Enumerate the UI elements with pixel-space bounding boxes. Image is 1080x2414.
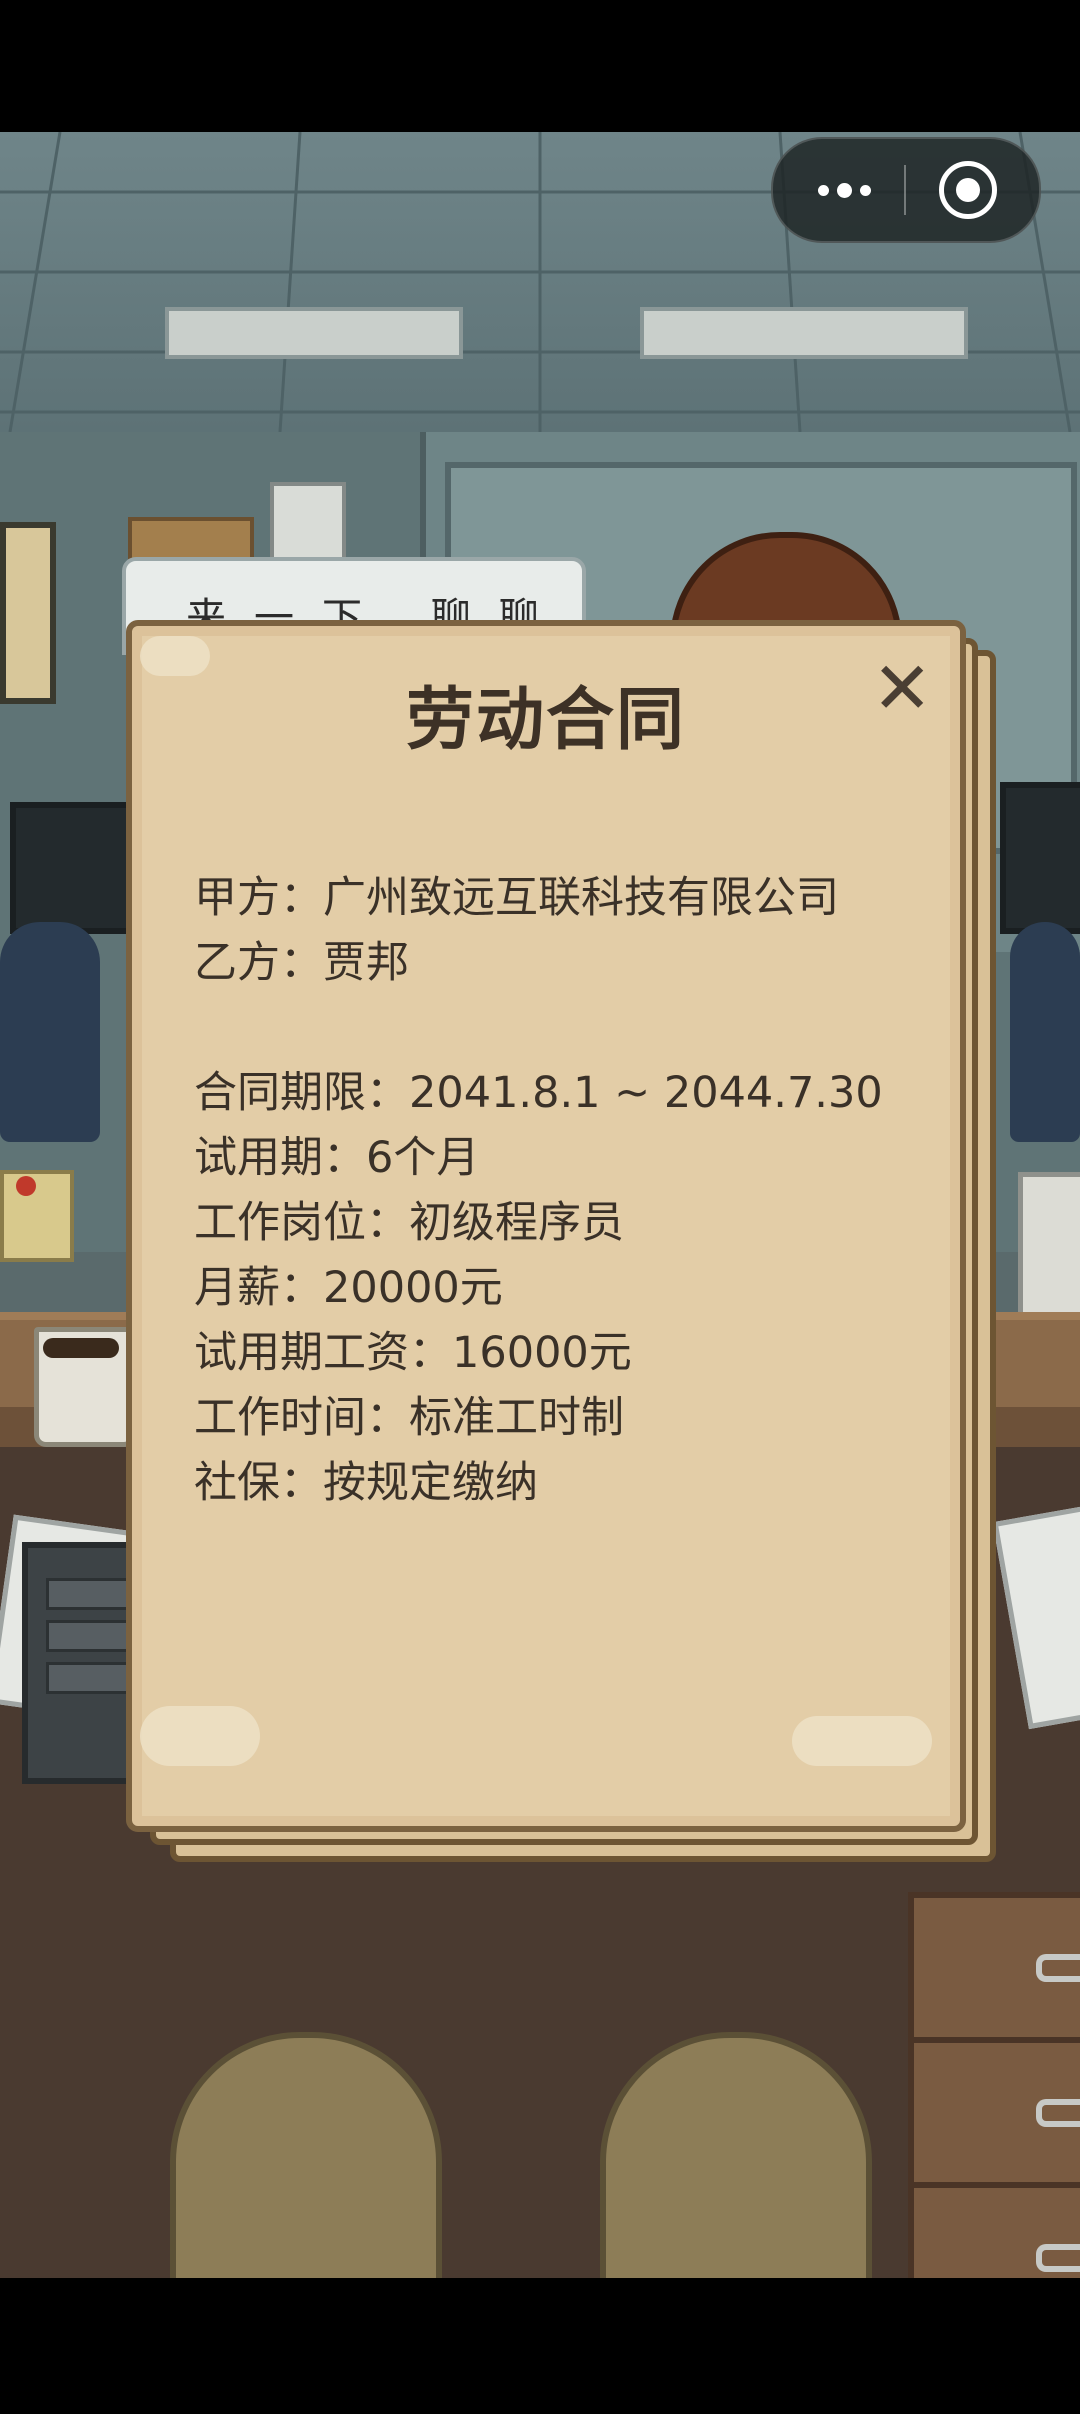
term-row: 合同期限2041.8.1 ~ 2044.7.30	[194, 1061, 934, 1126]
drawer-handle	[1036, 2099, 1080, 2127]
chair-left	[0, 922, 100, 1142]
desk-drawer	[908, 2037, 1080, 2189]
drawer-handle	[1036, 1954, 1080, 1982]
probation-salary-label: 试用期工资	[194, 1328, 452, 1378]
probation-row: 试用期6个月	[194, 1126, 934, 1191]
close-x-icon[interactable]: ✕	[872, 652, 932, 724]
player-knee-right	[600, 2032, 872, 2278]
insurance-label: 社保	[194, 1458, 323, 1508]
desk-drawer	[908, 1892, 1080, 2044]
probation-value: 6个月	[366, 1133, 480, 1183]
probation-salary-row: 试用期工资16000元	[194, 1321, 934, 1386]
salary-label: 月薪	[194, 1263, 323, 1313]
pin-icon	[16, 1176, 36, 1196]
party-a-row: 甲方广州致远互联科技有限公司	[194, 866, 934, 931]
chair-right	[1010, 922, 1080, 1142]
wall-map	[0, 522, 56, 704]
dot	[817, 184, 829, 196]
party-b-label: 乙方	[194, 938, 323, 988]
more-dots-icon[interactable]	[809, 173, 879, 207]
coffee	[43, 1338, 119, 1358]
ceiling-light-right	[640, 307, 968, 359]
coffee-mug	[34, 1327, 136, 1447]
insurance-value: 按规定缴纳	[323, 1458, 538, 1508]
dot	[836, 182, 852, 198]
paper-stain	[792, 1716, 932, 1766]
dot	[859, 184, 871, 196]
party-a-label: 甲方	[194, 873, 323, 923]
target-center	[956, 178, 980, 202]
salary-row: 月薪20000元	[194, 1256, 934, 1321]
contract-dialog: 劳动合同 ✕ 甲方广州致远互联科技有限公司 乙方贾邦 合同期限2041.8.1 …	[126, 620, 966, 1832]
sticky-note	[0, 1170, 74, 1262]
desk-drawer	[908, 2182, 1080, 2278]
contract-title: 劳动合同	[405, 681, 686, 760]
contract-terms: 甲方广州致远互联科技有限公司 乙方贾邦 合同期限2041.8.1 ~ 2044.…	[194, 866, 934, 1516]
position-row: 工作岗位初级程序员	[194, 1191, 934, 1256]
term-value: 2041.8.1 ~ 2044.7.30	[409, 1068, 883, 1118]
party-b-value: 贾邦	[323, 938, 409, 988]
ceiling-light-left	[165, 307, 463, 359]
probation-salary-value: 16000元	[452, 1328, 632, 1378]
party-a-value: 广州致远互联科技有限公司	[323, 873, 839, 923]
monitor-right	[1000, 782, 1080, 934]
player-knee-left	[170, 2032, 442, 2278]
position-label: 工作岗位	[194, 1198, 409, 1248]
target-circle-icon[interactable]	[939, 161, 997, 219]
monitor-left	[10, 802, 142, 934]
party-b-row: 乙方贾邦	[194, 931, 934, 996]
hours-row: 工作时间标准工时制	[194, 1386, 934, 1451]
probation-label: 试用期	[194, 1133, 366, 1183]
position-value: 初级程序员	[409, 1198, 624, 1248]
drawer-handle	[1036, 2244, 1080, 2272]
capsule-divider	[904, 165, 906, 215]
term-label: 合同期限	[194, 1068, 409, 1118]
mini-program-capsule	[771, 137, 1041, 243]
insurance-row: 社保按规定缴纳	[194, 1451, 934, 1516]
salary-value: 20000元	[323, 1263, 503, 1313]
paper-stain	[140, 1706, 260, 1766]
hours-value: 标准工时制	[409, 1393, 624, 1443]
hours-label: 工作时间	[194, 1393, 409, 1443]
